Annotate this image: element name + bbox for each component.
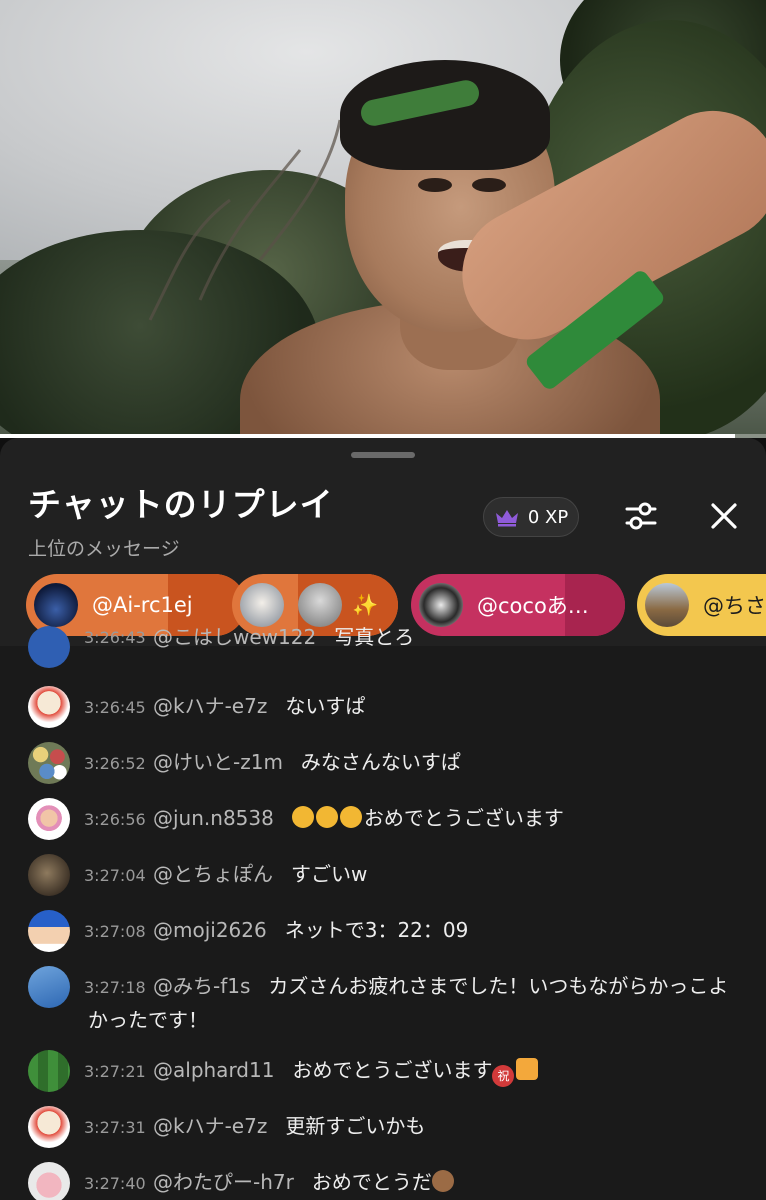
message-text: おめでとうございます: [292, 1058, 493, 1082]
avatar: [28, 1106, 70, 1148]
message-time: 3:27:04: [84, 866, 146, 885]
sparkle-icon: ✨: [352, 592, 379, 617]
message-text: 更新すごいかも: [285, 1114, 426, 1138]
message-body: @けいと-z1m みなさんないすぱ: [153, 745, 743, 779]
clap-emoji-icon: [339, 806, 362, 828]
message-body: @わたぴー-h7r おめでとうだ: [153, 1165, 743, 1199]
message-body: @kハナ-e7z 更新すごいかも: [153, 1109, 743, 1143]
confetti-emoji-icon: [516, 1058, 539, 1080]
message-author[interactable]: @こはしwew122: [153, 625, 316, 649]
avatar: [240, 583, 284, 627]
message-time: 3:26:56: [84, 810, 146, 829]
message-text: ないすぱ: [285, 694, 366, 718]
message-time: 3:26:45: [84, 698, 146, 717]
message-time: 3:27:40: [84, 1174, 146, 1193]
message-text: すごいw: [291, 862, 368, 886]
sliders-icon: [625, 502, 657, 530]
message-text: おめでとうございます: [363, 806, 564, 830]
avatar: [28, 910, 70, 952]
avatar: [28, 742, 70, 784]
message-body: @jun.n8538 おめでとうございます: [153, 801, 743, 835]
message-text: ネットで3：22：09: [284, 918, 469, 942]
chat-replay-panel: チャットのリプレイ 上位のメッセージ 0 XP @Ai-rc1ej ✨ @coc…: [0, 438, 766, 1200]
xp-label: 0 XP: [527, 506, 569, 528]
clap-emoji-icon: [315, 806, 338, 828]
clap-emoji-icon: [291, 806, 314, 828]
chip-label: @Ai-rc1ej: [92, 593, 193, 617]
close-button[interactable]: [700, 492, 748, 540]
panel-title: チャットのリプレイ: [28, 485, 334, 524]
message-text: 写真とろ: [334, 625, 415, 649]
message-author[interactable]: @わたぴー-h7r: [153, 1170, 294, 1194]
message-author[interactable]: @moji2626: [153, 918, 267, 942]
message-author[interactable]: @けいと-z1m: [153, 750, 283, 774]
message-body: @moji2626 ネットで3：22：09: [153, 913, 743, 947]
avatar: [298, 583, 342, 627]
avatar: [34, 583, 78, 627]
video-player[interactable]: [0, 0, 766, 438]
message-body: @みち-f1s カズさんお疲れさまでした！いつもながらかっこよかったです！: [88, 969, 748, 1037]
xp-button[interactable]: 0 XP: [483, 497, 579, 537]
message-text: みなさんないすぱ: [300, 750, 461, 774]
message-author[interactable]: @kハナ-e7z: [153, 694, 267, 718]
message-text: おめでとうだ: [311, 1170, 432, 1194]
message-author[interactable]: @とちょぽん: [153, 862, 273, 886]
message-time: 3:27:31: [84, 1118, 146, 1137]
message-author[interactable]: @jun.n8538: [153, 806, 274, 830]
see-no-evil-monkey-emoji-icon: [431, 1170, 454, 1192]
celebration-emoji-icon: 祝: [492, 1065, 515, 1087]
video-person-eye: [472, 178, 506, 192]
message-time: 3:27:21: [84, 1062, 146, 1081]
avatar: [419, 583, 463, 627]
message-time: 3:27:08: [84, 922, 146, 941]
avatar: [28, 1050, 70, 1092]
avatar: [28, 626, 70, 668]
message-body: @とちょぽん すごいw: [153, 857, 743, 891]
avatar: [28, 1162, 70, 1200]
chip-label: @ちさ: [703, 594, 766, 618]
avatar: [28, 686, 70, 728]
message-body: @alphard11 おめでとうございます祝: [153, 1053, 743, 1087]
drag-handle[interactable]: [351, 452, 415, 458]
message-time: 3:26:43: [84, 628, 146, 647]
avatar: [28, 966, 70, 1008]
chip-label: @cocoあ…: [477, 594, 589, 618]
chat-list[interactable]: 3:26:43 @こはしwew122 写真とろ 3:26:45 @kハナ-e7z な…: [0, 625, 766, 1200]
crown-icon: [495, 510, 518, 527]
avatar: [28, 854, 70, 896]
video-person-eye: [418, 178, 452, 192]
panel-subtitle[interactable]: 上位のメッセージ: [28, 534, 180, 561]
message-time: 3:26:52: [84, 754, 146, 773]
message-author[interactable]: @kハナ-e7z: [153, 1114, 267, 1138]
filter-button[interactable]: [617, 492, 665, 540]
message-author[interactable]: @alphard11: [153, 1058, 274, 1082]
message-author[interactable]: @みち-f1s: [153, 974, 250, 998]
avatar: [28, 798, 70, 840]
close-icon: [711, 503, 737, 529]
message-body: @kハナ-e7z ないすぱ: [153, 689, 743, 723]
